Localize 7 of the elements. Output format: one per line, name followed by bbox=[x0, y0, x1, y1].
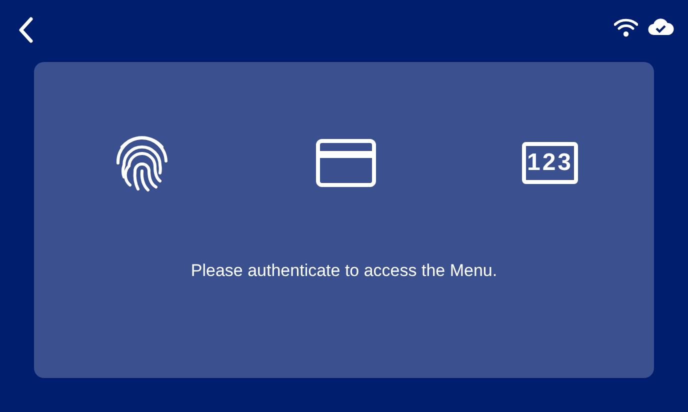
cloud-check-icon bbox=[648, 18, 674, 36]
fingerprint-icon[interactable] bbox=[114, 133, 170, 193]
back-icon[interactable] bbox=[18, 17, 34, 43]
auth-message: Please authenticate to access the Menu. bbox=[190, 261, 498, 281]
keypad-button[interactable]: 123 bbox=[522, 142, 578, 184]
credit-card-icon[interactable] bbox=[316, 139, 376, 187]
wifi-icon bbox=[614, 18, 638, 36]
